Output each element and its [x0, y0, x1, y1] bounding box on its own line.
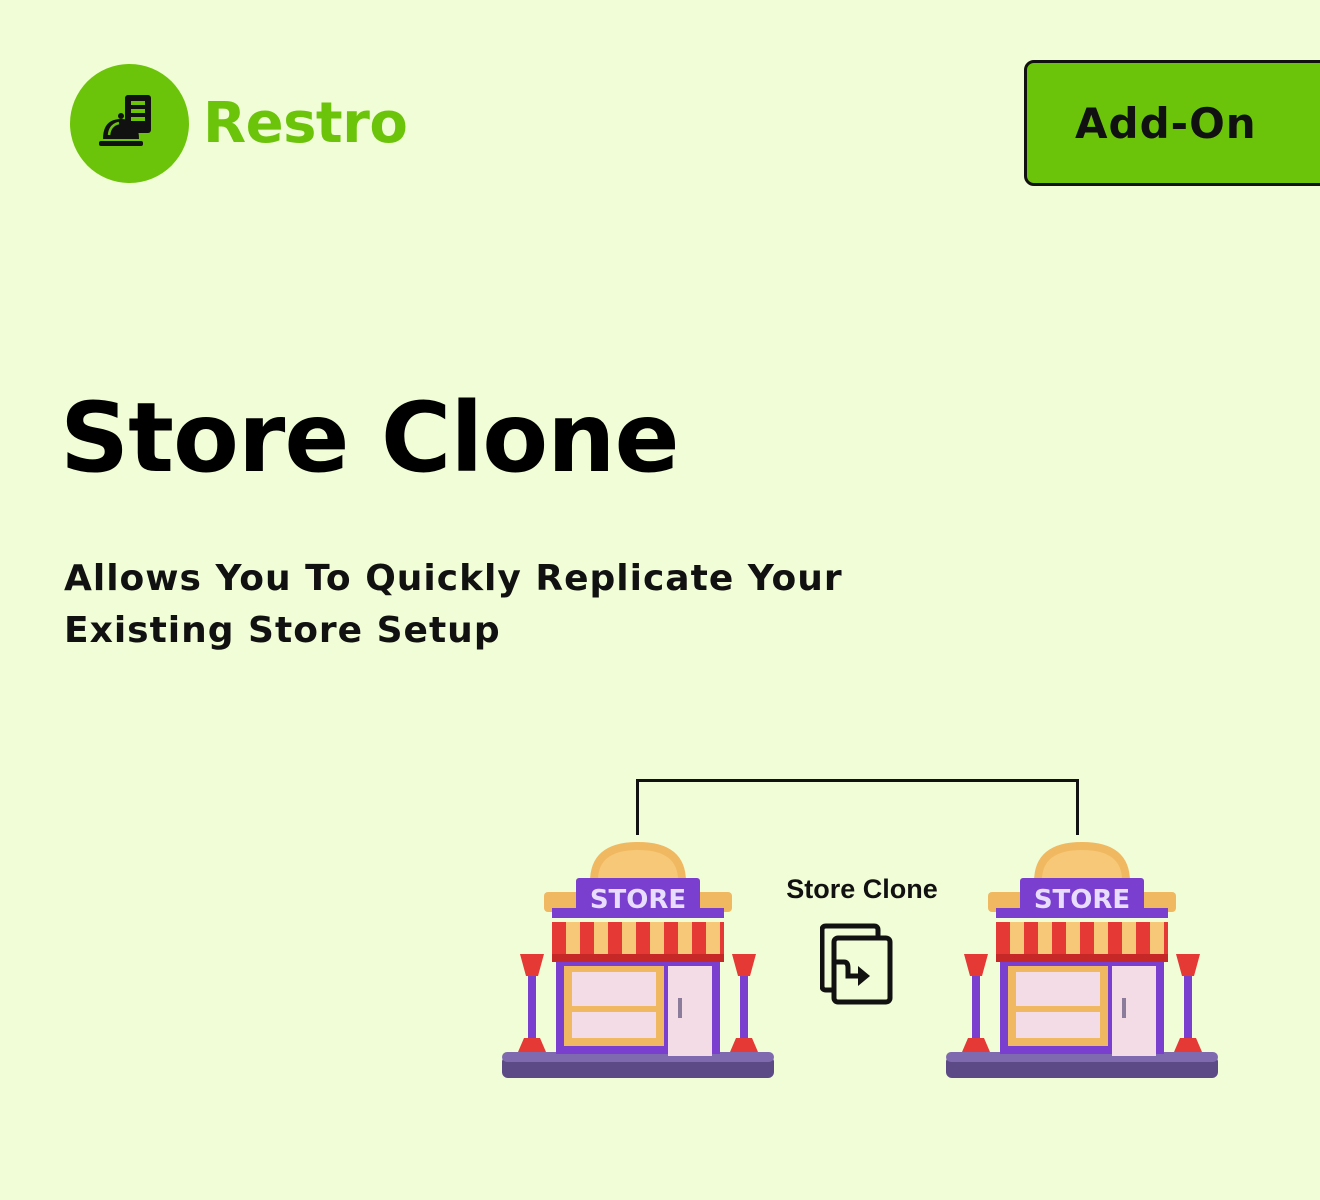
- storefront-icon: STORE: [946, 842, 1218, 1078]
- page-title: Store Clone: [60, 382, 680, 494]
- service-bell-icon: [70, 64, 189, 183]
- clone-connector-line: [636, 779, 1079, 835]
- brand-logo: Restro: [70, 64, 408, 183]
- subtitle-line-2: Existing Store Setup: [64, 610, 501, 651]
- store-sign-text: STORE: [1034, 885, 1130, 915]
- store-sign-text: STORE: [590, 885, 686, 915]
- clone-label: Store Clone: [786, 874, 938, 904]
- subtitle-line-1: Allows You To Quickly Replicate Your: [64, 558, 843, 599]
- copy-arrow-icon: [820, 923, 893, 1005]
- page-subtitle: Allows You To Quickly Replicate Your Exi…: [64, 553, 964, 657]
- brand-name: Restro: [203, 91, 408, 156]
- storefront-icon: STORE: [502, 842, 774, 1078]
- store-clone-diagram: STORE Store Clone STORE: [490, 770, 1250, 1100]
- addon-badge: Add-On: [1024, 60, 1320, 186]
